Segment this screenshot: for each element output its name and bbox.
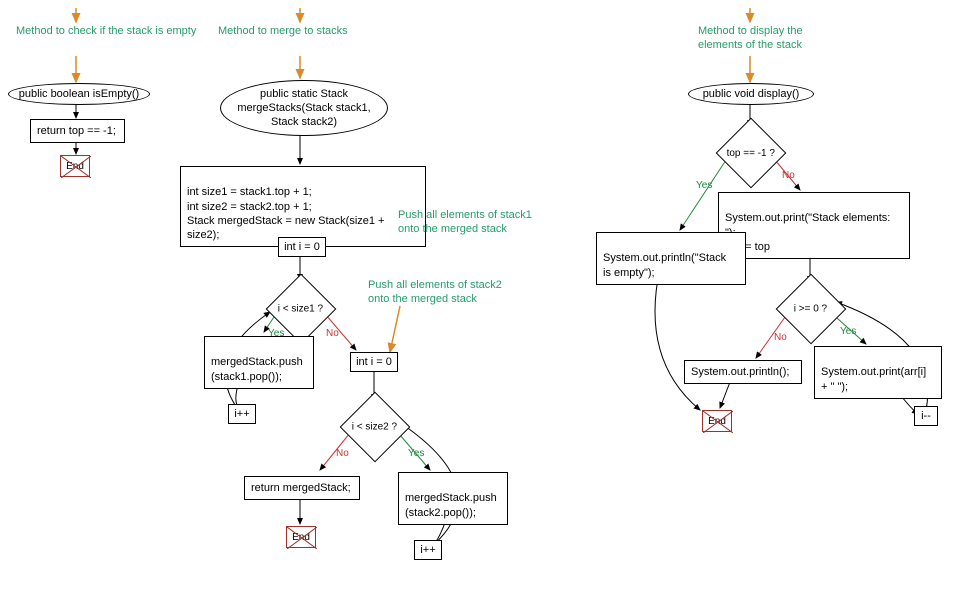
fc3-after-loop: System.out.println(); (684, 360, 802, 384)
fc3-loop-body: System.out.print(arr[i] + " "); (814, 346, 942, 399)
fc1-end: End (60, 155, 90, 177)
fc2-no2: No (336, 448, 349, 459)
fc3-start-text: public void display() (703, 87, 800, 101)
fc2-loop2-init-text: int i = 0 (356, 356, 392, 368)
fc3-yes2: Yes (840, 326, 856, 337)
fc2-annot1: Push all elements of stack1 onto the mer… (398, 208, 532, 237)
fc3-nonempty-init: System.out.print("Stack elements: "); in… (718, 192, 910, 259)
fc1-title: Method to check if the stack is empty (16, 24, 196, 38)
fc2-init: int size1 = stack1.top + 1; int size2 = … (180, 166, 426, 247)
fc1-body-text: return top == -1; (37, 125, 116, 137)
fc3-no2: No (774, 332, 787, 343)
fc3-yes1: Yes (696, 180, 712, 191)
fc3-empty-branch-text: System.out.println("Stack is empty"); (603, 252, 726, 278)
fc3-empty-branch: System.out.println("Stack is empty"); (596, 232, 746, 285)
fc3-cond-text: top == -1 ? (727, 148, 775, 159)
fc2-loop2-cond-text: i < size2 ? (352, 422, 397, 433)
fc3-loop-body-text: System.out.print(arr[i] + " "); (821, 366, 926, 392)
fc2-yes2: Yes (408, 448, 424, 459)
fc2-annot2: Push all elements of stack2 onto the mer… (368, 278, 502, 307)
fc3-after-loop-text: System.out.println(); (691, 366, 789, 378)
fc2-return: return mergedStack; (244, 476, 360, 500)
fc3-cond: top == -1 ? (716, 118, 787, 189)
fc2-loop2-init: int i = 0 (350, 352, 398, 372)
fc2-loop1-init: int i = 0 (278, 237, 326, 257)
fc2-loop1-body-text: mergedStack.push (stack1.pop()); (211, 356, 303, 382)
fc1-body: return top == -1; (30, 119, 125, 143)
fc2-loop1-inc-text: i++ (234, 408, 249, 420)
fc2-start-text: public static Stack mergeStacks(Stack st… (237, 87, 370, 130)
fc2-loop1-inc: i++ (228, 404, 256, 424)
fc2-loop2-body: mergedStack.push (stack2.pop()); (398, 472, 508, 525)
fc3-loop-inc: i-- (914, 406, 938, 426)
fc2-init-text: int size1 = stack1.top + 1; int size2 = … (187, 186, 384, 241)
fc3-end: End (702, 410, 732, 432)
fc3-no1: No (782, 170, 795, 181)
fc1-start: public boolean isEmpty() (8, 83, 150, 105)
fc2-loop2-inc: i++ (414, 540, 442, 560)
fc1-start-text: public boolean isEmpty() (19, 87, 139, 101)
fc3-start: public void display() (688, 83, 814, 105)
fc3-title: Method to display the elements of the st… (698, 24, 803, 53)
fc2-loop1-cond-text: i < size1 ? (278, 304, 323, 315)
fc2-no1: No (326, 328, 339, 339)
fc3-loop-inc-text: i-- (921, 410, 931, 422)
fc3-loop-cond-text: i >= 0 ? (794, 303, 827, 314)
fc2-end: End (286, 526, 316, 548)
fc2-start: public static Stack mergeStacks(Stack st… (220, 80, 388, 136)
fc2-loop2-body-text: mergedStack.push (stack2.pop()); (405, 492, 497, 518)
fc2-loop1-body: mergedStack.push (stack1.pop()); (204, 336, 314, 389)
fc2-title: Method to merge to stacks (218, 24, 348, 38)
fc3-nonempty-init-text: System.out.print("Stack elements: "); in… (725, 212, 890, 253)
fc2-loop2-cond: i < size2 ? (340, 392, 411, 463)
fc2-loop2-inc-text: i++ (420, 544, 435, 556)
fc2-loop1-init-text: int i = 0 (284, 241, 320, 253)
fc2-return-text: return mergedStack; (251, 482, 351, 494)
